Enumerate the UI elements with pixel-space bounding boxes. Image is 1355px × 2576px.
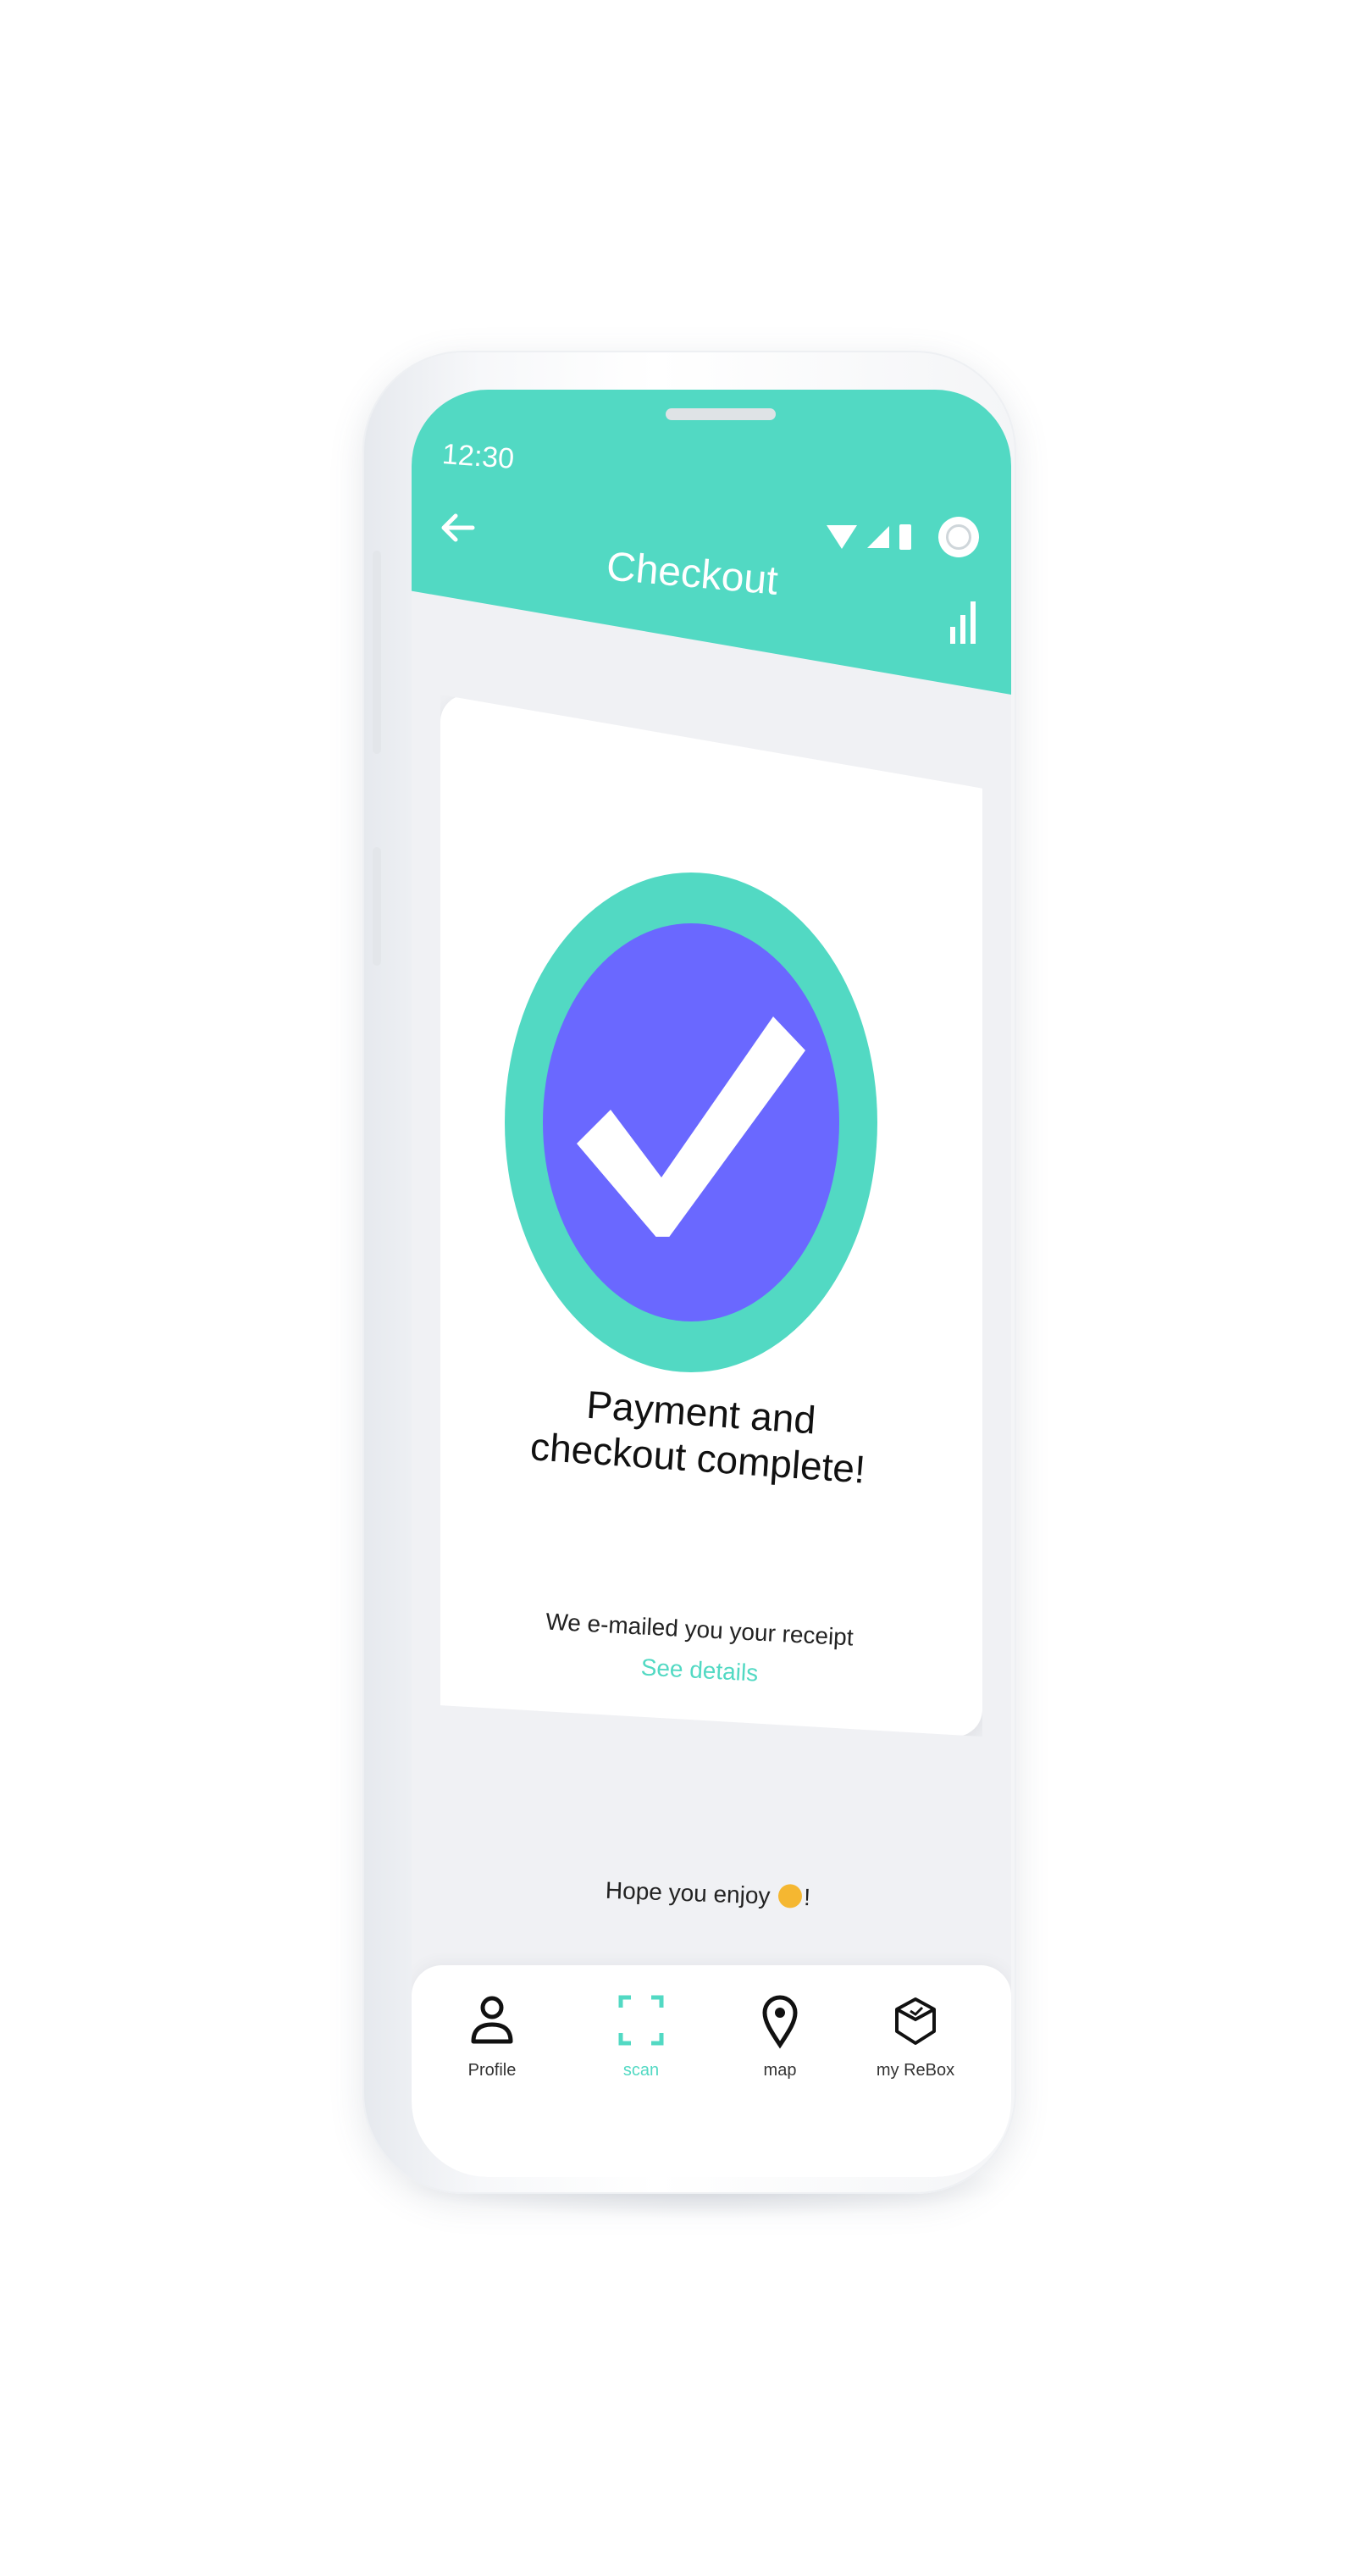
wifi-icon (827, 525, 857, 549)
app-screen: 12:30 Checkout Payment and checkout comp… (412, 390, 1011, 2177)
location-pin-icon (762, 1995, 798, 2049)
stage: 12:30 Checkout Payment and checkout comp… (0, 0, 1355, 2576)
nav-item-map[interactable]: map (716, 1991, 843, 2080)
status-icons (827, 517, 979, 557)
power-button (373, 847, 381, 966)
box-icon (895, 1997, 936, 2045)
battery-icon (899, 524, 911, 550)
smiling-face-icon (777, 1883, 803, 1908)
speaker-notch (666, 408, 776, 420)
volume-button (373, 551, 381, 754)
nav-label-profile: Profile (467, 2061, 517, 2080)
check-circle-icon (505, 873, 877, 1372)
arrow-left-icon (441, 513, 475, 542)
status-time: 12:30 (440, 438, 516, 475)
nav-label-scan: scan (622, 2061, 660, 2080)
footer-exclamation: ! (803, 1883, 811, 1911)
check-circle-inner (543, 923, 839, 1321)
nav-item-scan[interactable]: scan (578, 1991, 705, 2080)
nav-label-my-rebox: my ReBox (876, 2061, 955, 2080)
avatar[interactable] (938, 517, 979, 557)
footer-message: Hope you enjoy ! (539, 1875, 878, 1914)
bottom-nav: Profile scan map my ReBox (412, 1965, 1011, 2177)
scan-icon (618, 1995, 664, 2046)
nav-item-profile[interactable]: Profile (429, 1991, 556, 2080)
avatar-icon (946, 524, 971, 550)
checkmark-icon (577, 1017, 805, 1237)
bar-chart-icon[interactable] (950, 601, 976, 644)
nav-label-map: map (763, 2061, 797, 2080)
back-button[interactable] (439, 508, 486, 556)
person-icon (471, 1996, 513, 2044)
footer-text: Hope you enjoy (605, 1876, 772, 1909)
signal-icon (867, 526, 889, 548)
nav-item-my-rebox[interactable]: my ReBox (852, 1991, 979, 2080)
